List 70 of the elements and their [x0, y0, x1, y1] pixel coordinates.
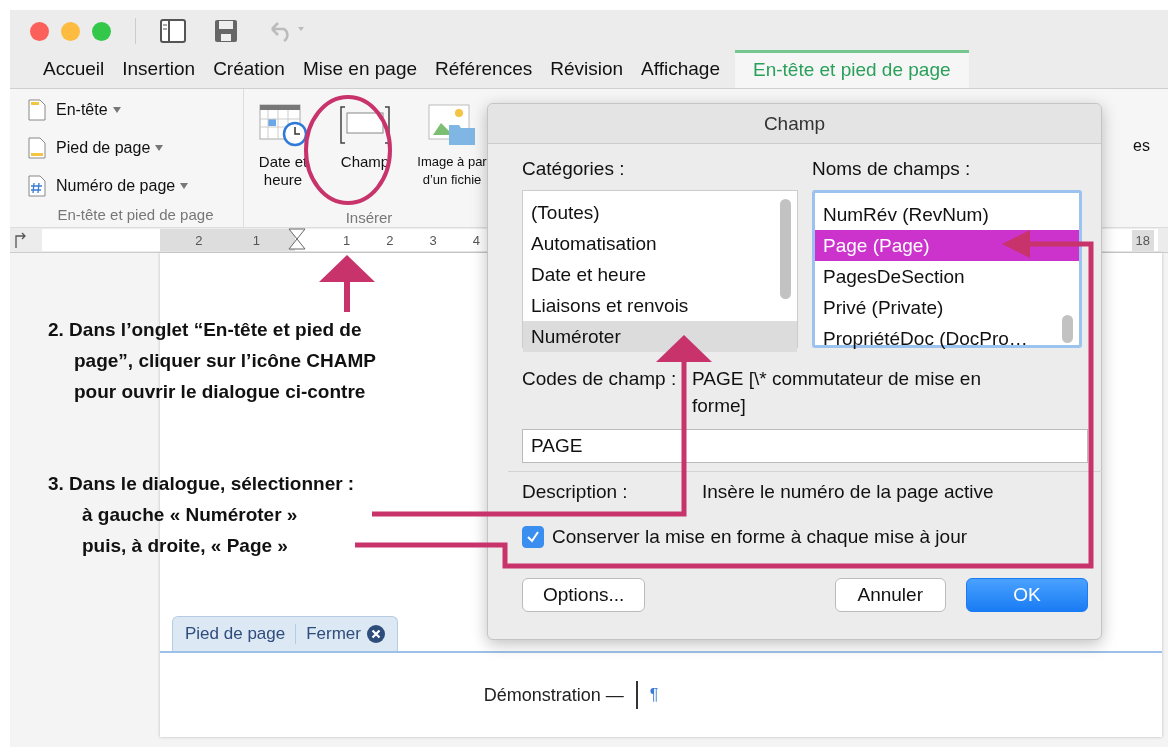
field-name-item[interactable]: NumRév (RevNum) — [815, 199, 1079, 230]
document-icon — [28, 99, 46, 121]
ruler-number: 2 — [195, 232, 203, 248]
ruler-number: 1 — [343, 232, 351, 248]
caret-icon — [180, 183, 189, 189]
field-brackets-icon — [339, 103, 391, 147]
scrollbar-thumb[interactable] — [780, 199, 791, 299]
ruler-number: 3 — [429, 232, 437, 248]
sidebar-icon[interactable] — [160, 19, 186, 43]
minimize-button[interactable] — [61, 21, 80, 41]
ruler-number: 4 — [472, 232, 480, 248]
checkmark-icon — [525, 529, 541, 545]
zoom-button[interactable] — [92, 21, 111, 41]
caret-icon — [112, 107, 121, 113]
group-caption: Insérer — [344, 209, 394, 227]
save-icon[interactable] — [214, 19, 238, 43]
ruler-number: 2 — [386, 232, 394, 248]
description-label: Description : — [522, 481, 629, 503]
ribbon-menu-button[interactable]: En-tête — [56, 101, 121, 119]
ribbon-tab[interactable]: Mise en page — [293, 57, 427, 88]
field-name-item[interactable]: Privé (Private) — [815, 292, 1079, 323]
close-footer-button[interactable]: Fermer — [306, 624, 385, 644]
ribbon-tab[interactable]: Références — [426, 57, 542, 88]
ribbon-tab[interactable]: Révision — [541, 57, 633, 88]
categories-label: Catégories : — [522, 158, 626, 180]
ribbon-tab[interactable]: Accueil — [34, 57, 114, 88]
close-button[interactable] — [30, 21, 49, 41]
document-icon — [28, 175, 46, 197]
dialog-button[interactable]: Options... — [522, 578, 646, 612]
text-cursor — [635, 681, 638, 709]
checkbox-label: Conserver la mise en forme à chaque mise à jour — [552, 526, 968, 548]
instruction-text: 2. Dans l’onglet “En-tête et pied de page”, cliquer sur l’icône CHAMP pour ouvrir le dialogue ci-contre — [48, 318, 376, 404]
ruler-number: 1 — [252, 232, 260, 248]
paragraph-mark: ¶ — [649, 686, 659, 704]
category-item[interactable]: Numéroter — [523, 321, 797, 352]
category-item[interactable]: Liaisons et renvois — [523, 290, 797, 321]
document-icon — [28, 137, 46, 159]
instruction-text: 3. Dans le dialogue, sélectionner : à gauche « Numéroter » puis, à droite, « Page » — [48, 472, 355, 558]
indent-marker-icon[interactable] — [287, 228, 307, 252]
category-item[interactable]: Automatisation — [523, 228, 797, 259]
field-name-item[interactable]: PropriétéDoc (DocPro… — [815, 323, 1079, 354]
field-code-input[interactable]: PAGE — [522, 429, 1088, 463]
ribbon-button[interactable]: Champ — [330, 103, 400, 209]
ribbon-label: es — [1133, 137, 1150, 155]
scrollbar-thumb[interactable] — [1062, 315, 1073, 343]
field-names-label: Noms de champs : — [812, 158, 972, 180]
ribbon-menu-button[interactable]: Pied de page — [56, 139, 164, 157]
field-codes-syntax: PAGE [\* commutateur de mise en forme] — [692, 367, 982, 418]
group-caption: En-tête et pied de page — [56, 206, 215, 225]
dialog-title: Champ — [488, 104, 1101, 144]
footer-tab-label: Pied de page — [185, 624, 297, 644]
checkbox[interactable] — [522, 526, 544, 548]
ribbon-tab[interactable]: Création — [204, 57, 294, 88]
indent-arrow-icon — [14, 232, 28, 248]
dialog-button[interactable]: Annuler — [834, 578, 946, 612]
category-item[interactable]: Date et heure — [523, 259, 797, 290]
category-item[interactable]: (Toutes) — [523, 197, 797, 228]
field-name-item[interactable]: Page (Page) — [815, 230, 1079, 261]
caret-icon — [155, 145, 164, 151]
ribbon-tab[interactable]: Insertion — [113, 57, 205, 88]
field-codes-label: Codes de champ : — [522, 368, 676, 391]
description-text: Insère le numéro de la page active — [702, 481, 994, 503]
footer-text: Démonstration — — [483, 684, 624, 706]
field-name-item[interactable]: PagesDeSection — [815, 261, 1079, 292]
calendar-clock-icon — [258, 103, 308, 147]
close-icon — [367, 625, 385, 643]
image-folder-icon — [427, 103, 477, 147]
ruler-number: 18 — [1131, 229, 1154, 251]
ribbon-tab[interactable]: Affichage — [632, 57, 729, 88]
ribbon-menu-button[interactable]: Numéro de page — [56, 177, 189, 195]
